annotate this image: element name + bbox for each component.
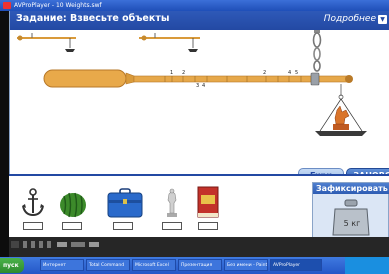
tick-label: 2 (182, 70, 185, 76)
statuette-value-box[interactable] (162, 222, 182, 230)
briefcase-value-box[interactable] (113, 222, 133, 230)
app-window: AVProPlayer - 10 Weights.swf Задание: Вз… (0, 0, 389, 274)
book-icon[interactable] (196, 186, 220, 218)
taskbar-item[interactable]: Microsoft Excel (132, 259, 176, 271)
app-icon (3, 2, 11, 9)
tick-label: 1 (170, 70, 173, 76)
hanging-hook (312, 30, 322, 72)
watermelon-value-box[interactable] (62, 222, 82, 230)
taskbar-item-active[interactable]: AVProPlayer (270, 259, 322, 271)
left-edge (0, 11, 9, 257)
player-controls (9, 237, 389, 257)
tick-label: 3 (196, 83, 199, 89)
start-button[interactable]: пуск (0, 258, 24, 273)
task-title: Задание: Взвесьте объекты (16, 13, 170, 24)
watermelon-icon[interactable] (59, 190, 87, 218)
book-value-box[interactable] (198, 222, 218, 230)
fix-panel: Зафиксировать 5 кг (312, 182, 389, 239)
taskbar-item[interactable]: Интернет (40, 259, 84, 271)
statuette-on-pan (333, 105, 350, 130)
tick-label: 4 (288, 70, 291, 76)
weight-5kg-icon[interactable]: 5 кг (331, 199, 371, 237)
player-controls-icons[interactable] (9, 237, 389, 257)
task-header: Задание: Взвесьте объекты Подробнее ▼ (10, 11, 389, 30)
steelyard-scene: 1 2 3 4 2 4 5 (17, 30, 367, 136)
anchor-icon[interactable] (21, 188, 45, 218)
more-arrow-icon[interactable]: ▼ (378, 15, 387, 24)
taskbar-item[interactable]: Total Command (86, 259, 130, 271)
window-title: AVProPlayer - 10 Weights.swf (14, 2, 102, 9)
fix-button[interactable]: Зафиксировать (313, 183, 389, 194)
system-tray (345, 257, 389, 274)
anchor-value-box[interactable] (23, 222, 43, 230)
tick-label: 2 (263, 70, 266, 76)
taskbar: пуск Интернет Total Command Microsoft Ex… (0, 257, 389, 274)
objects-bar: Зафиксировать 5 кг (9, 174, 389, 239)
main-panel: Задание: Взвесьте объекты Подробнее ▼ 1 … (9, 11, 389, 182)
taskbar-item[interactable]: Без имени - Paint (224, 259, 268, 271)
mini-steelyard-2 (139, 33, 200, 52)
title-bar: AVProPlayer - 10 Weights.swf (0, 0, 389, 11)
tick-label: 4 (202, 83, 205, 89)
taskbar-item[interactable]: Презентация (178, 259, 222, 271)
statuette-icon[interactable] (164, 188, 180, 218)
briefcase-icon[interactable] (107, 188, 143, 218)
tick-label: 5 (295, 70, 298, 76)
mini-steelyard-1 (17, 33, 76, 52)
weight-label: 5 кг (344, 219, 361, 228)
more-link[interactable]: Подробнее (324, 14, 376, 24)
rider-weight[interactable] (310, 72, 320, 86)
